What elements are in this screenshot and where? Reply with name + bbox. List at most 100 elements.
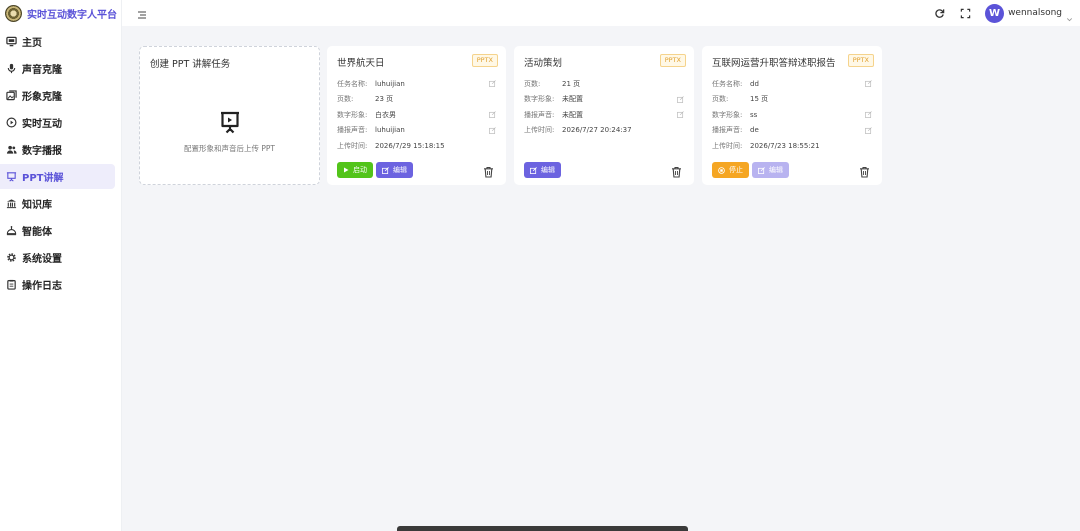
fullscreen-icon[interactable] <box>959 7 971 19</box>
chevron-down-icon[interactable] <box>1065 9 1074 21</box>
row-label: 页数: <box>337 95 354 104</box>
row-label: 页数: <box>524 79 541 88</box>
sidebar-item-voice-clone[interactable]: 声音克隆 <box>0 56 115 81</box>
sidebar: 实时互动数字人平台 主页 声音克隆 形象克隆 实时互动 数字播报 PPT讲解 知… <box>0 0 122 531</box>
sidebar-item-realtime[interactable]: 实时互动 <box>0 110 115 135</box>
task-actions: 启动 编辑 <box>337 162 496 178</box>
presentation-board-icon <box>217 109 243 135</box>
create-ppt-task-card[interactable]: 创建 PPT 讲解任务 配置形象和声音后上传 PPT <box>139 46 320 185</box>
row-value: ss <box>750 110 758 119</box>
edit-field-icon[interactable] <box>865 80 872 87</box>
sidebar-item-ppt[interactable]: PPT讲解 <box>0 164 115 189</box>
edit-field-icon[interactable] <box>489 80 496 87</box>
task-actions: 停止 编辑 <box>712 162 872 178</box>
row-label: 数字形象: <box>337 110 368 119</box>
user-avatar[interactable]: W <box>985 3 1005 23</box>
row-value: 未配置 <box>562 110 583 119</box>
sidebar-menu: 主页 声音克隆 形象克隆 实时互动 数字播报 PPT讲解 知识库 智能体 系统设… <box>0 29 121 297</box>
upload-time-row: 上传时间: 2026/7/27 20:24:37 <box>524 123 686 139</box>
sidebar-item-agent[interactable]: 智能体 <box>0 218 115 243</box>
task-name-row: 任务名称: dd <box>712 76 874 92</box>
sidebar-item-home[interactable]: 主页 <box>0 29 115 54</box>
task-title: 互联网运营升职答辩述职报告 <box>712 58 836 69</box>
row-value: 白衣男 <box>375 110 396 119</box>
trash-icon[interactable] <box>859 163 870 178</box>
menu-toggle-icon[interactable] <box>136 6 148 19</box>
row-value: 15 页 <box>750 95 769 104</box>
start-button[interactable]: 启动 <box>337 162 373 178</box>
sidebar-item-knowledge[interactable]: 知识库 <box>0 191 115 216</box>
upload-time-row: 上传时间: 2026/7/29 15:18:15 <box>337 138 498 154</box>
edit-icon <box>382 166 389 174</box>
task-title: 活动策划 <box>524 58 563 69</box>
sidebar-item-broadcast[interactable]: 数字播报 <box>0 137 115 162</box>
edit-field-icon[interactable] <box>677 95 684 103</box>
sidebar-item-label: PPT讲解 <box>22 173 64 184</box>
task-details: 任务名称: luhuijian 页数: 23 页 数字形象: 白衣男 播报声音:… <box>337 76 498 154</box>
row-label: 播报声音: <box>337 126 368 135</box>
refresh-icon[interactable] <box>933 7 945 19</box>
gear-icon <box>6 252 17 263</box>
stop-button[interactable]: 停止 <box>712 162 749 178</box>
trash-icon[interactable] <box>483 163 494 178</box>
row-value: 未配置 <box>562 95 583 104</box>
create-card-title: 创建 PPT 讲解任务 <box>150 59 231 70</box>
username[interactable]: wennalsong <box>1008 8 1062 18</box>
brand[interactable]: 实时互动数字人平台 <box>0 0 121 26</box>
robot-icon <box>6 225 17 236</box>
task-card: 世界航天日 PPTX 任务名称: luhuijian 页数: 23 页 数字形象… <box>327 46 506 185</box>
row-label: 数字形象: <box>712 110 743 119</box>
bank-icon <box>6 198 17 209</box>
edit-field-icon[interactable] <box>489 126 496 134</box>
edit-button[interactable]: 编辑 <box>376 162 413 178</box>
edit-button[interactable]: 编辑 <box>524 162 561 178</box>
voice-row: 播报声音: 未配置 <box>524 107 686 123</box>
users-icon <box>6 144 17 155</box>
start-button-label: 启动 <box>353 166 367 174</box>
stop-circle-icon <box>718 166 725 174</box>
avatar-row: 数字形象: 白衣男 <box>337 107 498 123</box>
header-actions: W wennalsong <box>933 0 1074 26</box>
sidebar-item-settings[interactable]: 系统设置 <box>0 245 115 270</box>
row-label: 播报声音: <box>712 126 743 135</box>
edit-field-icon[interactable] <box>677 111 684 118</box>
page-count-row: 页数: 23 页 <box>337 92 498 108</box>
sidebar-item-label: 操作日志 <box>22 281 62 292</box>
edit-field-icon[interactable] <box>489 111 496 118</box>
edit-button[interactable]: 编辑 <box>752 162 789 178</box>
app-logo <box>5 4 22 22</box>
edit-field-icon[interactable] <box>865 111 872 118</box>
task-title: 世界航天日 <box>337 58 385 69</box>
voice-row: 播报声音: de <box>712 123 874 139</box>
task-details: 任务名称: dd 页数: 15 页 数字形象: ss 播报声音: de 上传时间… <box>712 76 874 154</box>
edit-icon <box>530 166 537 174</box>
voice-row: 播报声音: luhuijian <box>337 123 498 139</box>
row-value: 2026/7/27 20:24:37 <box>562 126 632 135</box>
row-value: 2026/7/23 18:55:21 <box>750 141 820 150</box>
taskbar-overlay <box>397 526 688 531</box>
row-label: 任务名称: <box>712 79 743 88</box>
stop-button-label: 停止 <box>729 166 743 174</box>
sidebar-item-label: 声音克隆 <box>22 65 62 76</box>
row-value: 23 页 <box>375 95 394 104</box>
sidebar-item-label: 主页 <box>22 38 42 49</box>
file-type-badge: PPTX <box>659 54 686 67</box>
edit-icon <box>758 166 765 174</box>
row-value: 21 页 <box>562 79 581 88</box>
sidebar-item-avatar-clone[interactable]: 形象克隆 <box>0 83 115 108</box>
row-value: 2026/7/29 15:18:15 <box>375 141 445 150</box>
row-label: 播报声音: <box>524 110 555 119</box>
upload-time-row: 上传时间: 2026/7/23 18:55:21 <box>712 138 874 154</box>
clipboard-icon <box>6 279 17 290</box>
trash-icon[interactable] <box>671 163 682 178</box>
page-count-row: 页数: 15 页 <box>712 92 874 108</box>
play-circle-icon <box>6 117 17 128</box>
row-value: dd <box>750 79 759 88</box>
sidebar-item-logs[interactable]: 操作日志 <box>0 272 115 297</box>
edit-field-icon[interactable] <box>865 126 872 134</box>
row-value: de <box>750 126 759 135</box>
row-value: luhuijian <box>375 126 405 135</box>
avatar-row: 数字形象: ss <box>712 107 874 123</box>
image-stack-icon <box>6 90 17 101</box>
row-label: 数字形象: <box>524 95 555 104</box>
